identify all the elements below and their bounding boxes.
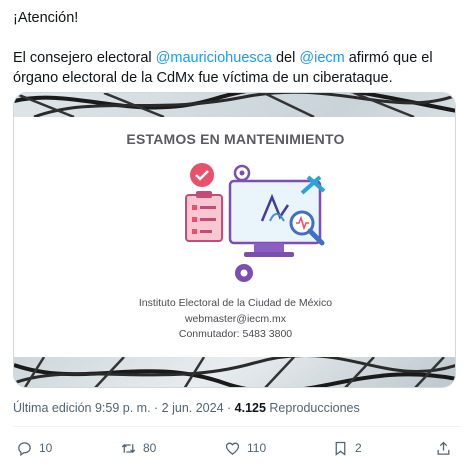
tweet-text-mid: del: [271, 50, 300, 66]
repost-button[interactable]: 80: [120, 437, 156, 459]
tweet-text-prefix: El consejero electoral: [13, 50, 156, 66]
bookmark-count: 2: [355, 441, 362, 455]
views-label: Reproducciones: [265, 401, 360, 415]
edited-label[interactable]: Última edición 9:59 p. m.: [13, 401, 151, 415]
mention-mauriciohuesca[interactable]: @mauriciohuesca: [156, 50, 272, 66]
tweet-body: El consejero electoral @mauriciohuesca d…: [13, 48, 463, 88]
divider: [13, 426, 461, 427]
tweet-line-attention: ¡Atención!: [13, 10, 79, 26]
maintenance-illustration: [185, 163, 326, 282]
reply-button[interactable]: 10: [16, 437, 52, 459]
media-image[interactable]: ESTAMOS EN MANTENIMIENTO Instituto Elect…: [13, 92, 456, 388]
mention-iecm[interactable]: @iecm: [299, 50, 344, 66]
bookmark-button[interactable]: 2: [332, 437, 362, 459]
like-count: 110: [247, 441, 267, 455]
tweet-date[interactable]: 2 jun. 2024: [162, 401, 224, 415]
org-phone: Conmutador: 5483 3800: [178, 328, 293, 340]
tweet-text: ¡Atención! El consejero electoral @mauri…: [13, 8, 463, 88]
org-email: webmaster@iecm.mx: [184, 312, 287, 325]
reply-count: 10: [39, 441, 53, 455]
share-button[interactable]: [435, 437, 452, 459]
maintenance-title: ESTAMOS EN MANTENIMIENTO: [126, 131, 345, 147]
reply-icon: [18, 441, 31, 456]
views-count: 4.125: [234, 401, 266, 415]
tweet-meta: Última edición 9:59 p. m. · 2 jun. 2024 …: [13, 401, 360, 415]
org-name: Instituto Electoral de la Ciudad de Méxi…: [138, 297, 333, 309]
like-icon: [225, 442, 240, 455]
maintenance-notice: ESTAMOS EN MANTENIMIENTO Instituto Elect…: [14, 117, 455, 357]
like-button[interactable]: 110: [224, 437, 266, 459]
meta-separator: ·: [150, 401, 162, 415]
bookmark-icon: [335, 441, 346, 456]
contact-info: Instituto Electoral de la Ciudad de Méxi…: [14, 296, 455, 343]
repost-icon: [121, 443, 136, 453]
share-icon: [437, 441, 450, 455]
meta-separator-2: ·: [223, 401, 235, 415]
action-bar: 10 80 110 2: [0, 437, 474, 459]
repost-count: 80: [143, 441, 157, 455]
